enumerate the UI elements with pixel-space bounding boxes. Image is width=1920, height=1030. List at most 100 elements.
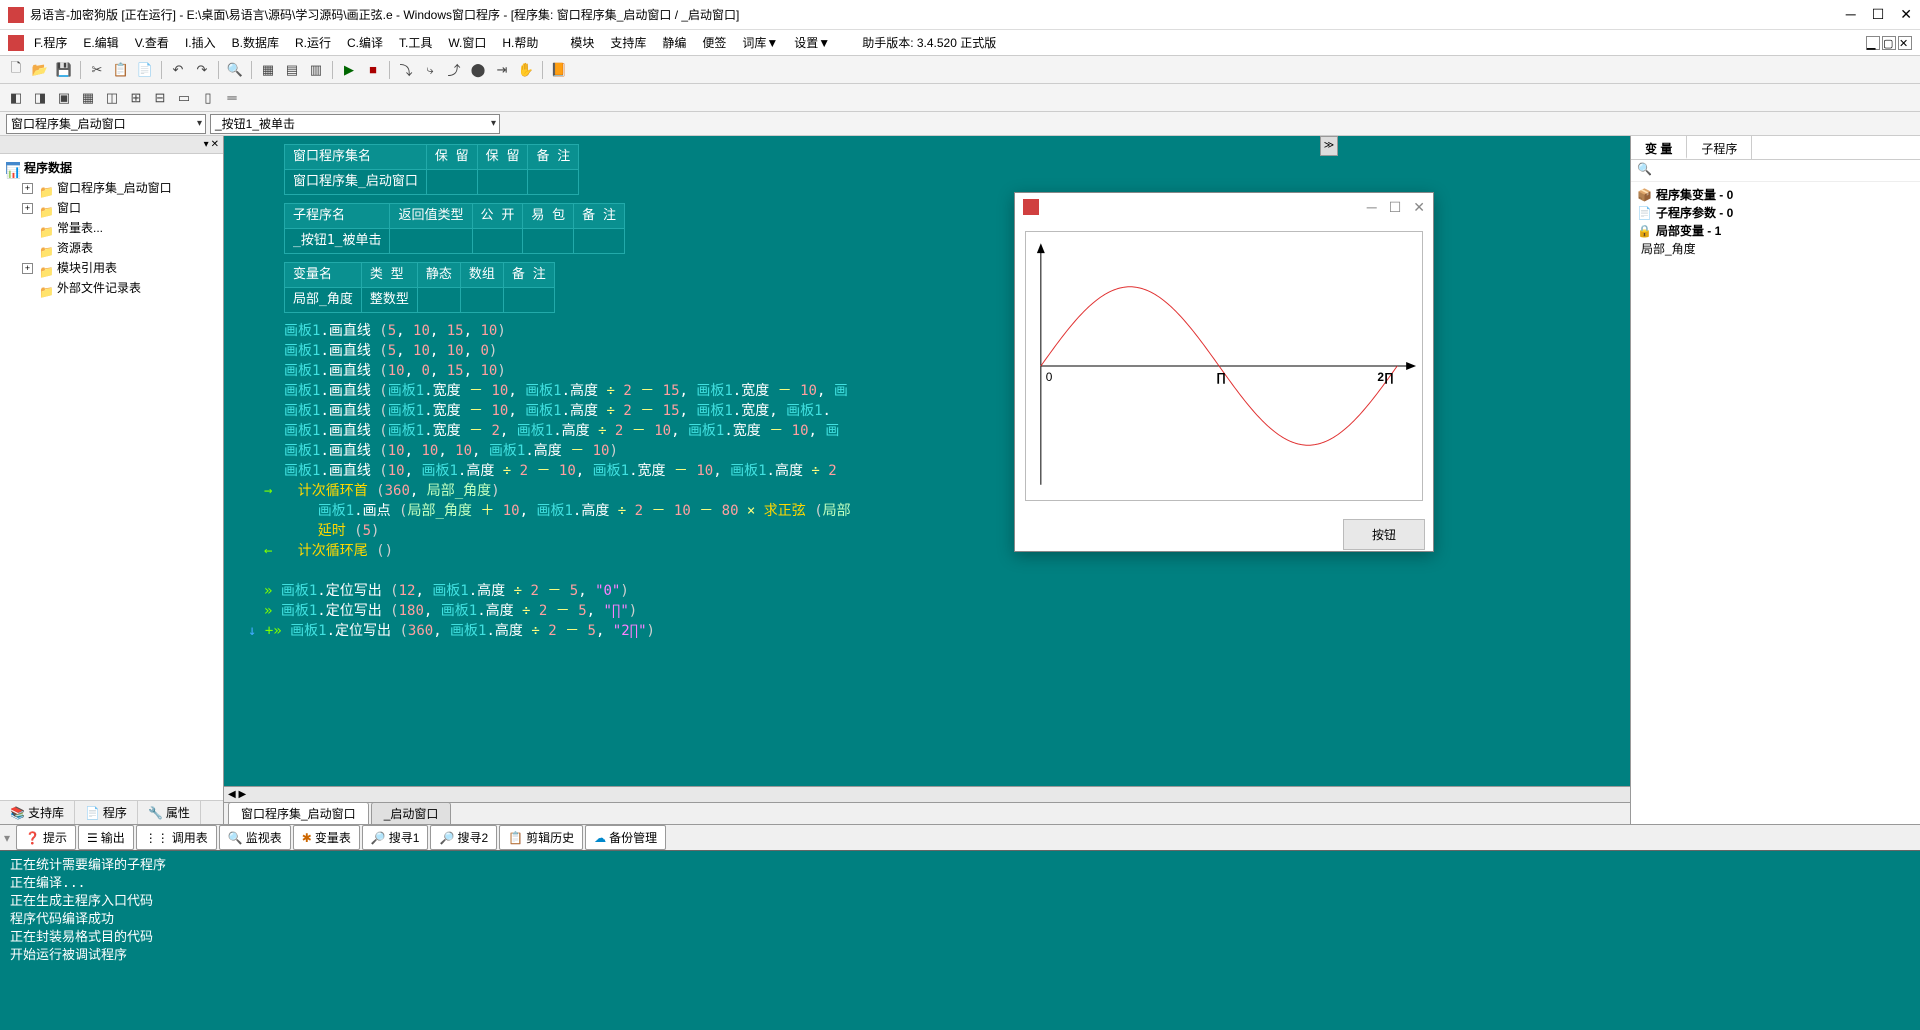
tb2-btn4[interactable]: ▦	[78, 88, 98, 108]
tree-node[interactable]: 📁外部文件记录表	[6, 278, 217, 298]
tb2-btn8[interactable]: ▭	[174, 88, 194, 108]
menu-settings[interactable]: 设置▼	[788, 32, 836, 53]
rp-tree-item[interactable]: 🔒局部变量 - 1	[1637, 222, 1914, 240]
menu-window[interactable]: W.窗口	[442, 32, 492, 53]
left-tab-properties[interactable]: 🔧属性	[138, 801, 201, 824]
menu-static-compile[interactable]: 静编	[656, 32, 692, 53]
panel-close-icon[interactable]: ✕	[211, 139, 219, 150]
code-tabs: 窗口程序集_启动窗口 _启动窗口	[224, 802, 1630, 824]
bottom-tabs-toggle[interactable]: ▾	[4, 831, 10, 845]
layout2-button[interactable]: ▤	[282, 60, 302, 80]
mdi-restore-button[interactable]: ▢	[1882, 36, 1896, 50]
rp-tree-item[interactable]: 局部_角度	[1637, 240, 1914, 258]
rp-tree-item[interactable]: 📦程序集变量 - 0	[1637, 186, 1914, 204]
maximize-button[interactable]: ☐	[1872, 6, 1885, 23]
output-panel[interactable]: 正在统计需要编译的子程序正在编译...正在生成主程序入口代码程序代码编译成功正在…	[0, 850, 1920, 1030]
code-line[interactable]: ↓ +» 画板1.定位写出 (360, 画板1.高度 ÷ 2 － 5, "2∏"…	[284, 621, 1590, 641]
cut-button[interactable]: ✂	[87, 60, 107, 80]
panel-pin-icon[interactable]: ▾	[204, 139, 209, 150]
step-out-button[interactable]: ⤴	[444, 60, 464, 80]
btab-cliphistory[interactable]: 📋剪辑历史	[499, 825, 583, 850]
open-button[interactable]: 📂	[30, 60, 50, 80]
mdi-close-button[interactable]: ✕	[1898, 36, 1912, 50]
tb2-btn10[interactable]: ═	[222, 88, 242, 108]
rp-tab-variables[interactable]: 变 量	[1631, 136, 1687, 159]
btab-calltable[interactable]: ⋮⋮调用表	[136, 825, 217, 850]
left-tab-support[interactable]: 📚支持库	[0, 801, 75, 824]
menu-view[interactable]: V.查看	[129, 32, 175, 53]
tb2-btn3[interactable]: ▣	[54, 88, 74, 108]
tree-node[interactable]: 📁资源表	[6, 238, 217, 258]
run-button[interactable]: ▶	[339, 60, 359, 80]
btab-vars[interactable]: ✱变量表	[293, 825, 360, 850]
hand-button[interactable]: ✋	[516, 60, 536, 80]
programset-combo[interactable]: 窗口程序集_启动窗口	[6, 114, 206, 134]
undo-button[interactable]: ↶	[168, 60, 188, 80]
tb2-btn6[interactable]: ⊞	[126, 88, 146, 108]
book-button[interactable]: 📙	[549, 60, 569, 80]
layout3-button[interactable]: ▥	[306, 60, 326, 80]
code-line[interactable]: » 画板1.定位写出 (12, 画板1.高度 ÷ 2 － 5, "0")	[284, 581, 1590, 601]
run-close-button[interactable]: ✕	[1413, 199, 1425, 216]
rp-search-input[interactable]	[1637, 162, 1914, 176]
step-into-button[interactable]: ⤷	[420, 60, 440, 80]
run-maximize-button[interactable]: ☐	[1389, 199, 1402, 216]
layout1-button[interactable]: ▦	[258, 60, 278, 80]
cursor-run-button[interactable]: ⇥	[492, 60, 512, 80]
copy-button[interactable]: 📋	[111, 60, 131, 80]
code-tab-programset[interactable]: 窗口程序集_启动窗口	[228, 802, 369, 824]
save-button[interactable]: 💾	[54, 60, 74, 80]
breakpoint-button[interactable]: ⬤	[468, 60, 488, 80]
menu-database[interactable]: B.数据库	[226, 32, 285, 53]
code-line[interactable]: » 画板1.定位写出 (180, 画板1.高度 ÷ 2 － 5, "∏")	[284, 601, 1590, 621]
btab-search2[interactable]: 🔎搜寻2	[430, 825, 497, 850]
tree-node[interactable]: 📁常量表...	[6, 218, 217, 238]
menu-support-lib[interactable]: 支持库	[604, 32, 652, 53]
stop-button[interactable]: ■	[363, 60, 383, 80]
menu-module[interactable]: 模块	[564, 32, 600, 53]
find-button[interactable]: 🔍	[225, 60, 245, 80]
code-tab-window[interactable]: _启动窗口	[371, 802, 452, 824]
redo-button[interactable]: ↷	[192, 60, 212, 80]
menu-tools[interactable]: T.工具	[393, 32, 438, 53]
step-over-button[interactable]: ⤵	[396, 60, 416, 80]
menu-dictionary[interactable]: 词库▼	[736, 32, 784, 53]
tb2-btn2[interactable]: ◨	[30, 88, 50, 108]
new-button[interactable]: 🗋	[6, 60, 26, 80]
rp-tree-item[interactable]: 📄子程序参数 - 0	[1637, 204, 1914, 222]
subroutine-table: 子程序名返回值类型公 开易 包备 注 _按钮1_被单击	[284, 203, 625, 254]
btab-output[interactable]: ☰输出	[78, 825, 134, 850]
tree-node[interactable]: +📁窗口程序集_启动窗口	[6, 178, 217, 198]
btab-hints[interactable]: ❓提示	[16, 825, 76, 850]
btab-backup[interactable]: ☁备份管理	[585, 825, 666, 850]
menu-compile[interactable]: C.编译	[341, 32, 389, 53]
tb2-btn1[interactable]: ◧	[6, 88, 26, 108]
menu-program[interactable]: F.程序	[28, 32, 73, 53]
tree-node[interactable]: +📁模块引用表	[6, 258, 217, 278]
run-minimize-button[interactable]: ─	[1367, 199, 1377, 216]
menu-insert[interactable]: I.插入	[179, 32, 222, 53]
subroutine-combo[interactable]: _按钮1_被单击	[210, 114, 500, 134]
minimize-button[interactable]: ─	[1846, 6, 1856, 23]
code-line[interactable]	[284, 561, 1590, 581]
tree-node[interactable]: +📁窗口	[6, 198, 217, 218]
menu-help[interactable]: H.帮助	[496, 32, 544, 53]
menu-edit[interactable]: E.编辑	[77, 32, 124, 53]
btab-search1[interactable]: 🔎搜寻1	[362, 825, 429, 850]
run-window-titlebar[interactable]: ─ ☐ ✕	[1015, 193, 1433, 221]
btab-watch[interactable]: 🔍监视表	[219, 825, 291, 850]
menu-sticky[interactable]: 便签	[696, 32, 732, 53]
left-tab-program[interactable]: 📄程序	[75, 801, 138, 824]
editor-hscroll[interactable]: ◀ ▶	[224, 786, 1630, 802]
menu-run[interactable]: R.运行	[289, 32, 337, 53]
paste-button[interactable]: 📄	[135, 60, 155, 80]
right-panel-toggle[interactable]: ≫	[1320, 136, 1338, 156]
close-button[interactable]: ✕	[1900, 6, 1912, 23]
tb2-btn9[interactable]: ▯	[198, 88, 218, 108]
tb2-btn7[interactable]: ⊟	[150, 88, 170, 108]
rp-tab-subroutines[interactable]: 子程序	[1687, 136, 1752, 159]
run-window-button[interactable]: 按钮	[1343, 519, 1425, 550]
program-tree: 📊程序数据 +📁窗口程序集_启动窗口+📁窗口📁常量表...📁资源表+📁模块引用表…	[0, 154, 223, 800]
mdi-minimize-button[interactable]: ▁	[1866, 36, 1880, 50]
tb2-btn5[interactable]: ◫	[102, 88, 122, 108]
